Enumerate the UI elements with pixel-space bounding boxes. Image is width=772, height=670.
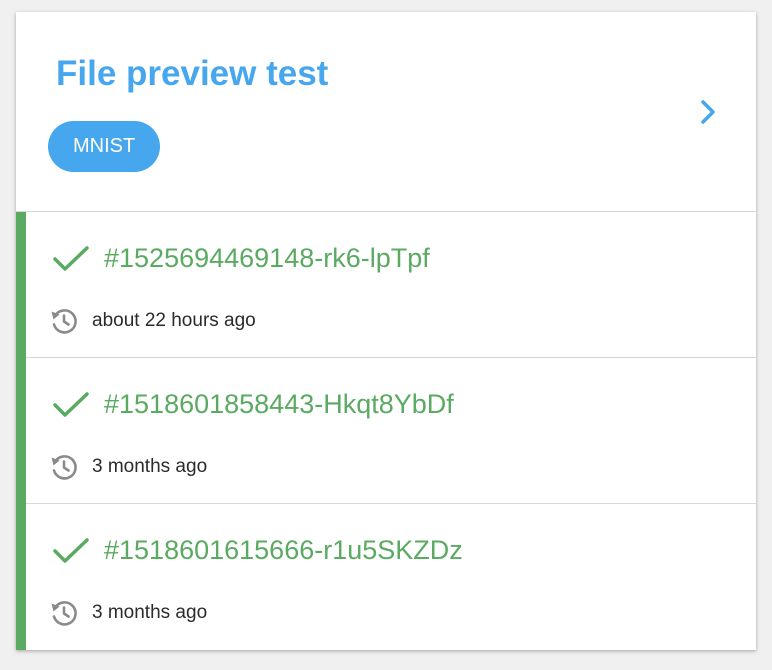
- clock-history-icon: [51, 309, 77, 334]
- run-timestamp: 3 months ago: [92, 456, 208, 477]
- check-icon: [53, 538, 89, 563]
- run-list: #1525694469148-rk6-lpTpf about 22 hours …: [16, 212, 756, 650]
- check-icon: [53, 246, 89, 271]
- check-icon: [53, 392, 89, 417]
- run-id-link[interactable]: #1518601615666-r1u5SKZDz: [104, 532, 463, 568]
- chevron-right-icon[interactable]: [698, 98, 718, 126]
- run-timestamp: 3 months ago: [92, 602, 208, 623]
- clock-history-icon: [51, 455, 77, 480]
- run-timestamp: about 22 hours ago: [92, 310, 256, 331]
- clock-history-icon: [51, 601, 77, 626]
- experiment-tag[interactable]: MNIST: [48, 121, 161, 172]
- run-item[interactable]: #1525694469148-rk6-lpTpf about 22 hours …: [26, 212, 756, 358]
- run-id-link[interactable]: #1518601858443-Hkqt8YbDf: [104, 386, 454, 422]
- experiment-header[interactable]: File preview test MNIST: [16, 12, 756, 212]
- run-id-link[interactable]: #1525694469148-rk6-lpTpf: [104, 240, 430, 276]
- experiment-card: File preview test MNIST #1525694469148-r…: [16, 12, 756, 650]
- run-item[interactable]: #1518601858443-Hkqt8YbDf 3 months ago: [26, 358, 756, 504]
- experiment-title[interactable]: File preview test: [56, 54, 328, 94]
- run-item[interactable]: #1518601615666-r1u5SKZDz 3 months ago: [26, 504, 756, 650]
